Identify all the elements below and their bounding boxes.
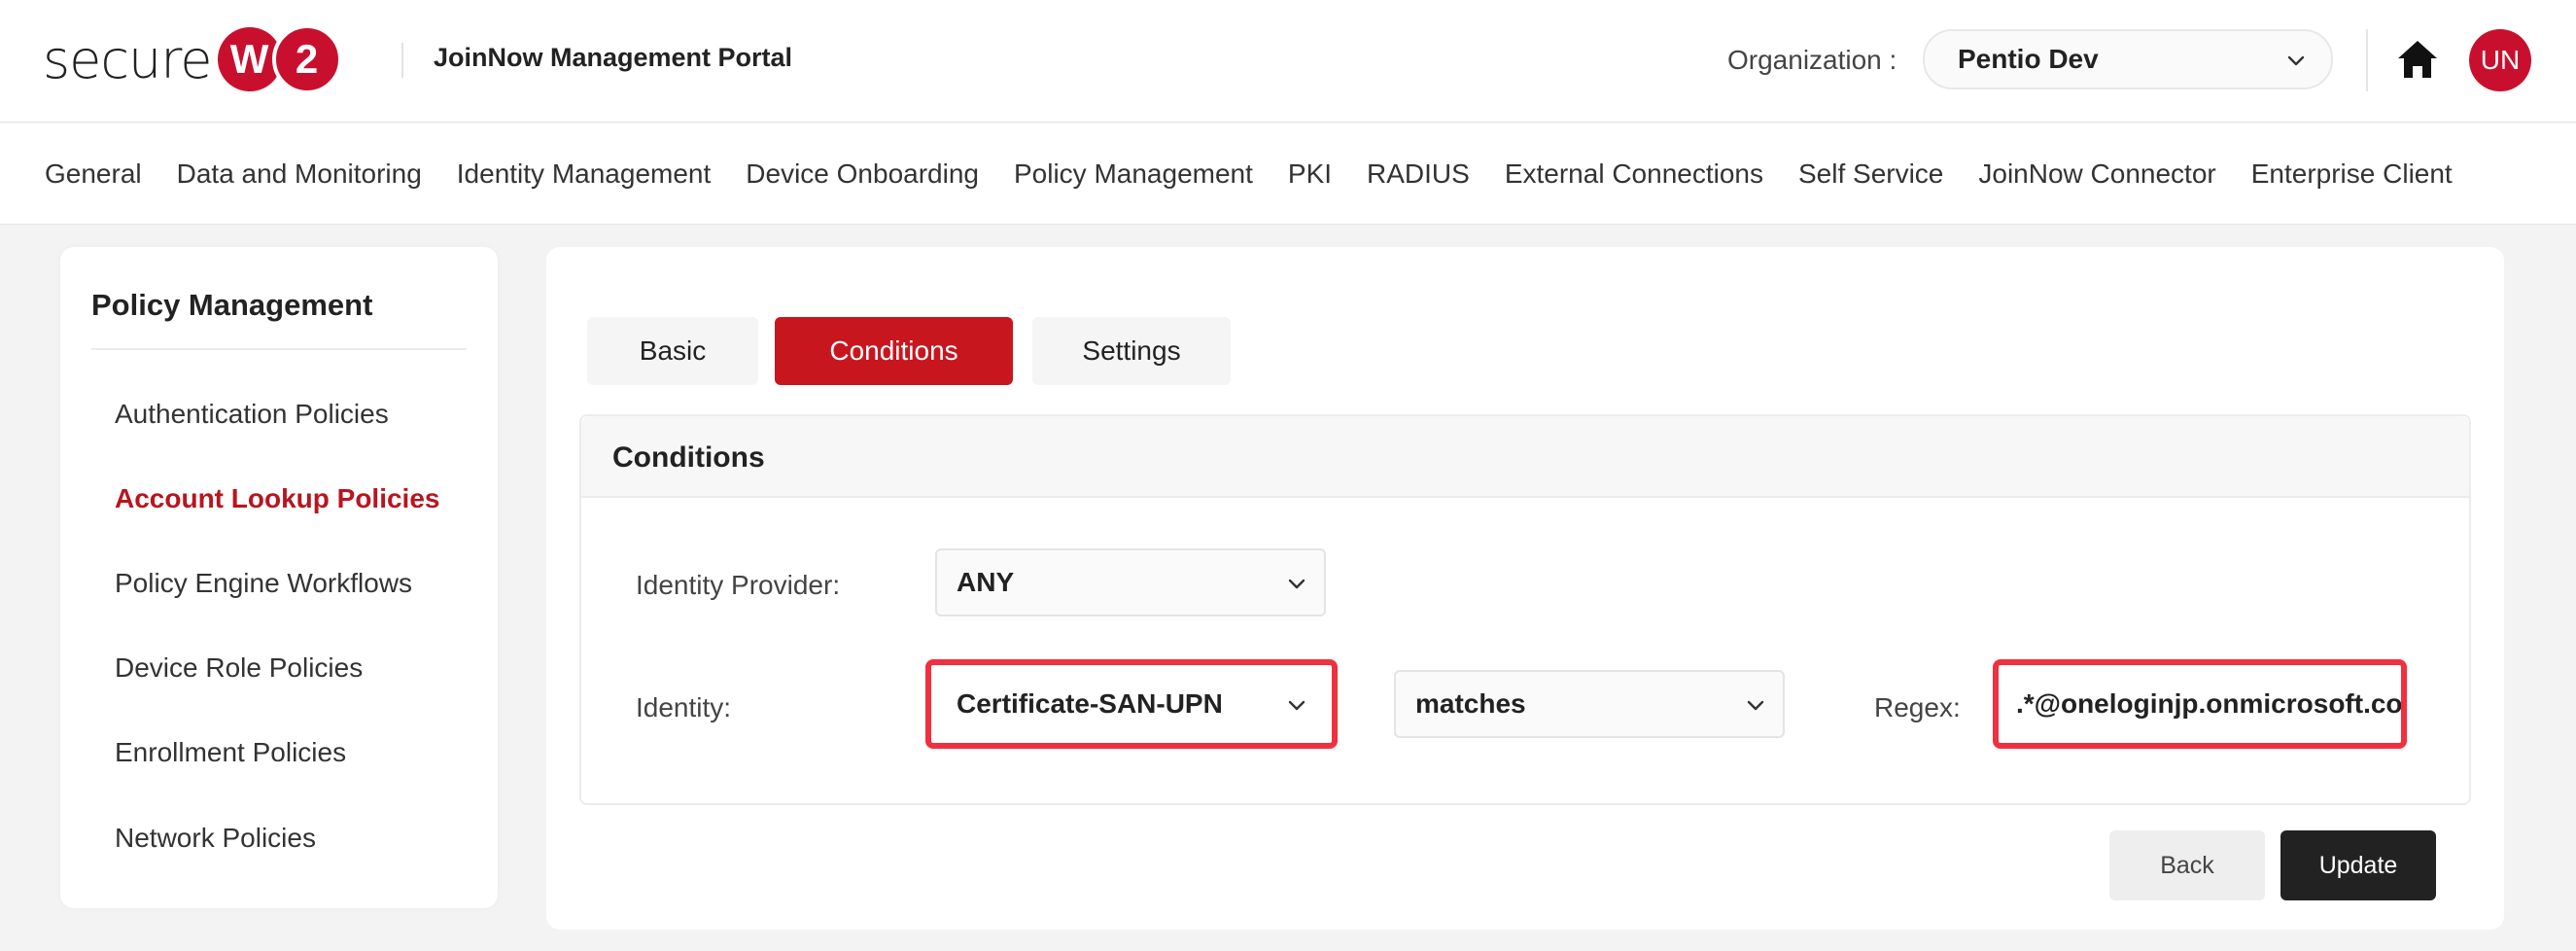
identity-label: Identity: [636, 692, 732, 722]
logo-badge: W 2 [217, 24, 344, 94]
nav-item-device-onboarding[interactable]: Device Onboarding [746, 158, 979, 190]
logo-text: secure [43, 28, 213, 90]
nav-item-external-connections[interactable]: External Connections [1505, 158, 1763, 190]
tab-conditions[interactable]: Conditions [775, 317, 1013, 385]
top-header: secure W 2 JoinNow Management Portal Org… [0, 0, 2576, 123]
sidebar-item-authentication-policies[interactable]: Authentication Policies [115, 399, 389, 430]
sidebar-item-network-policies[interactable]: Network Policies [115, 823, 316, 854]
nav-item-pki[interactable]: PKI [1288, 158, 1332, 190]
organization-select[interactable]: Pentio Dev [1923, 29, 2333, 89]
sidebar-item-account-lookup-policies[interactable]: Account Lookup Policies [115, 483, 439, 514]
back-button[interactable]: Back [2109, 830, 2265, 900]
identity-provider-value: ANY [957, 567, 1015, 597]
operator-value: matches [1415, 688, 1526, 719]
sidebar: Policy Management Authentication Policie… [60, 247, 498, 908]
nav-item-radius[interactable]: RADIUS [1367, 158, 1470, 190]
nav-item-joinnow-connector[interactable]: JoinNow Connector [1978, 158, 2215, 190]
nav-item-enterprise-client[interactable]: Enterprise Client [2251, 158, 2453, 190]
identity-provider-label: Identity Provider: [636, 570, 841, 600]
update-button[interactable]: Update [2280, 830, 2436, 900]
sidebar-divider [91, 348, 467, 350]
sidebar-item-device-role-policies[interactable]: Device Role Policies [115, 652, 363, 684]
header-divider [401, 43, 403, 78]
chevron-down-icon [1747, 700, 1764, 711]
nav-item-self-service[interactable]: Self Service [1798, 158, 1943, 190]
chevron-down-icon [1288, 700, 1305, 711]
header-divider-right [2366, 29, 2368, 91]
sidebar-title: Policy Management [91, 288, 373, 322]
identity-provider-select[interactable]: ANY [935, 548, 1326, 616]
organization-label: Organization : [1727, 45, 1897, 75]
home-icon[interactable] [2396, 39, 2439, 80]
nav-item-policy-management[interactable]: Policy Management [1014, 158, 1253, 190]
chevron-down-icon [2287, 55, 2305, 66]
identity-select[interactable]: Certificate-SAN-UPN [935, 670, 1326, 738]
main-panel: Basic Conditions Settings Conditions Ide… [546, 247, 2504, 930]
identity-value: Certificate-SAN-UPN [957, 688, 1223, 719]
conditions-card: Conditions Identity Provider: ANY Identi… [579, 414, 2471, 805]
securew2-logo[interactable]: secure W 2 [43, 24, 344, 94]
nav-item-identity-management[interactable]: Identity Management [457, 158, 712, 190]
conditions-card-header: Conditions [581, 416, 2469, 498]
regex-label: Regex: [1874, 692, 1961, 722]
main-nav: General Data and Monitoring Identity Man… [0, 123, 2576, 225]
logo-badge-2: 2 [271, 24, 342, 94]
regex-input[interactable]: .*@oneloginjp.onmicrosoft.com [1999, 670, 2401, 738]
operator-select[interactable]: matches [1394, 670, 1785, 738]
portal-title: JoinNow Management Portal [434, 43, 793, 72]
tab-basic[interactable]: Basic [587, 317, 758, 385]
nav-item-data-and-monitoring[interactable]: Data and Monitoring [177, 158, 422, 190]
nav-item-general[interactable]: General [45, 158, 142, 190]
sidebar-item-policy-engine-workflows[interactable]: Policy Engine Workflows [115, 568, 412, 599]
tab-settings[interactable]: Settings [1032, 317, 1231, 385]
user-avatar[interactable]: UN [2469, 29, 2531, 91]
sidebar-item-enrollment-policies[interactable]: Enrollment Policies [115, 737, 346, 768]
conditions-title: Conditions [612, 441, 765, 474]
organization-value: Pentio Dev [1958, 44, 2099, 74]
chevron-down-icon [1288, 579, 1305, 589]
